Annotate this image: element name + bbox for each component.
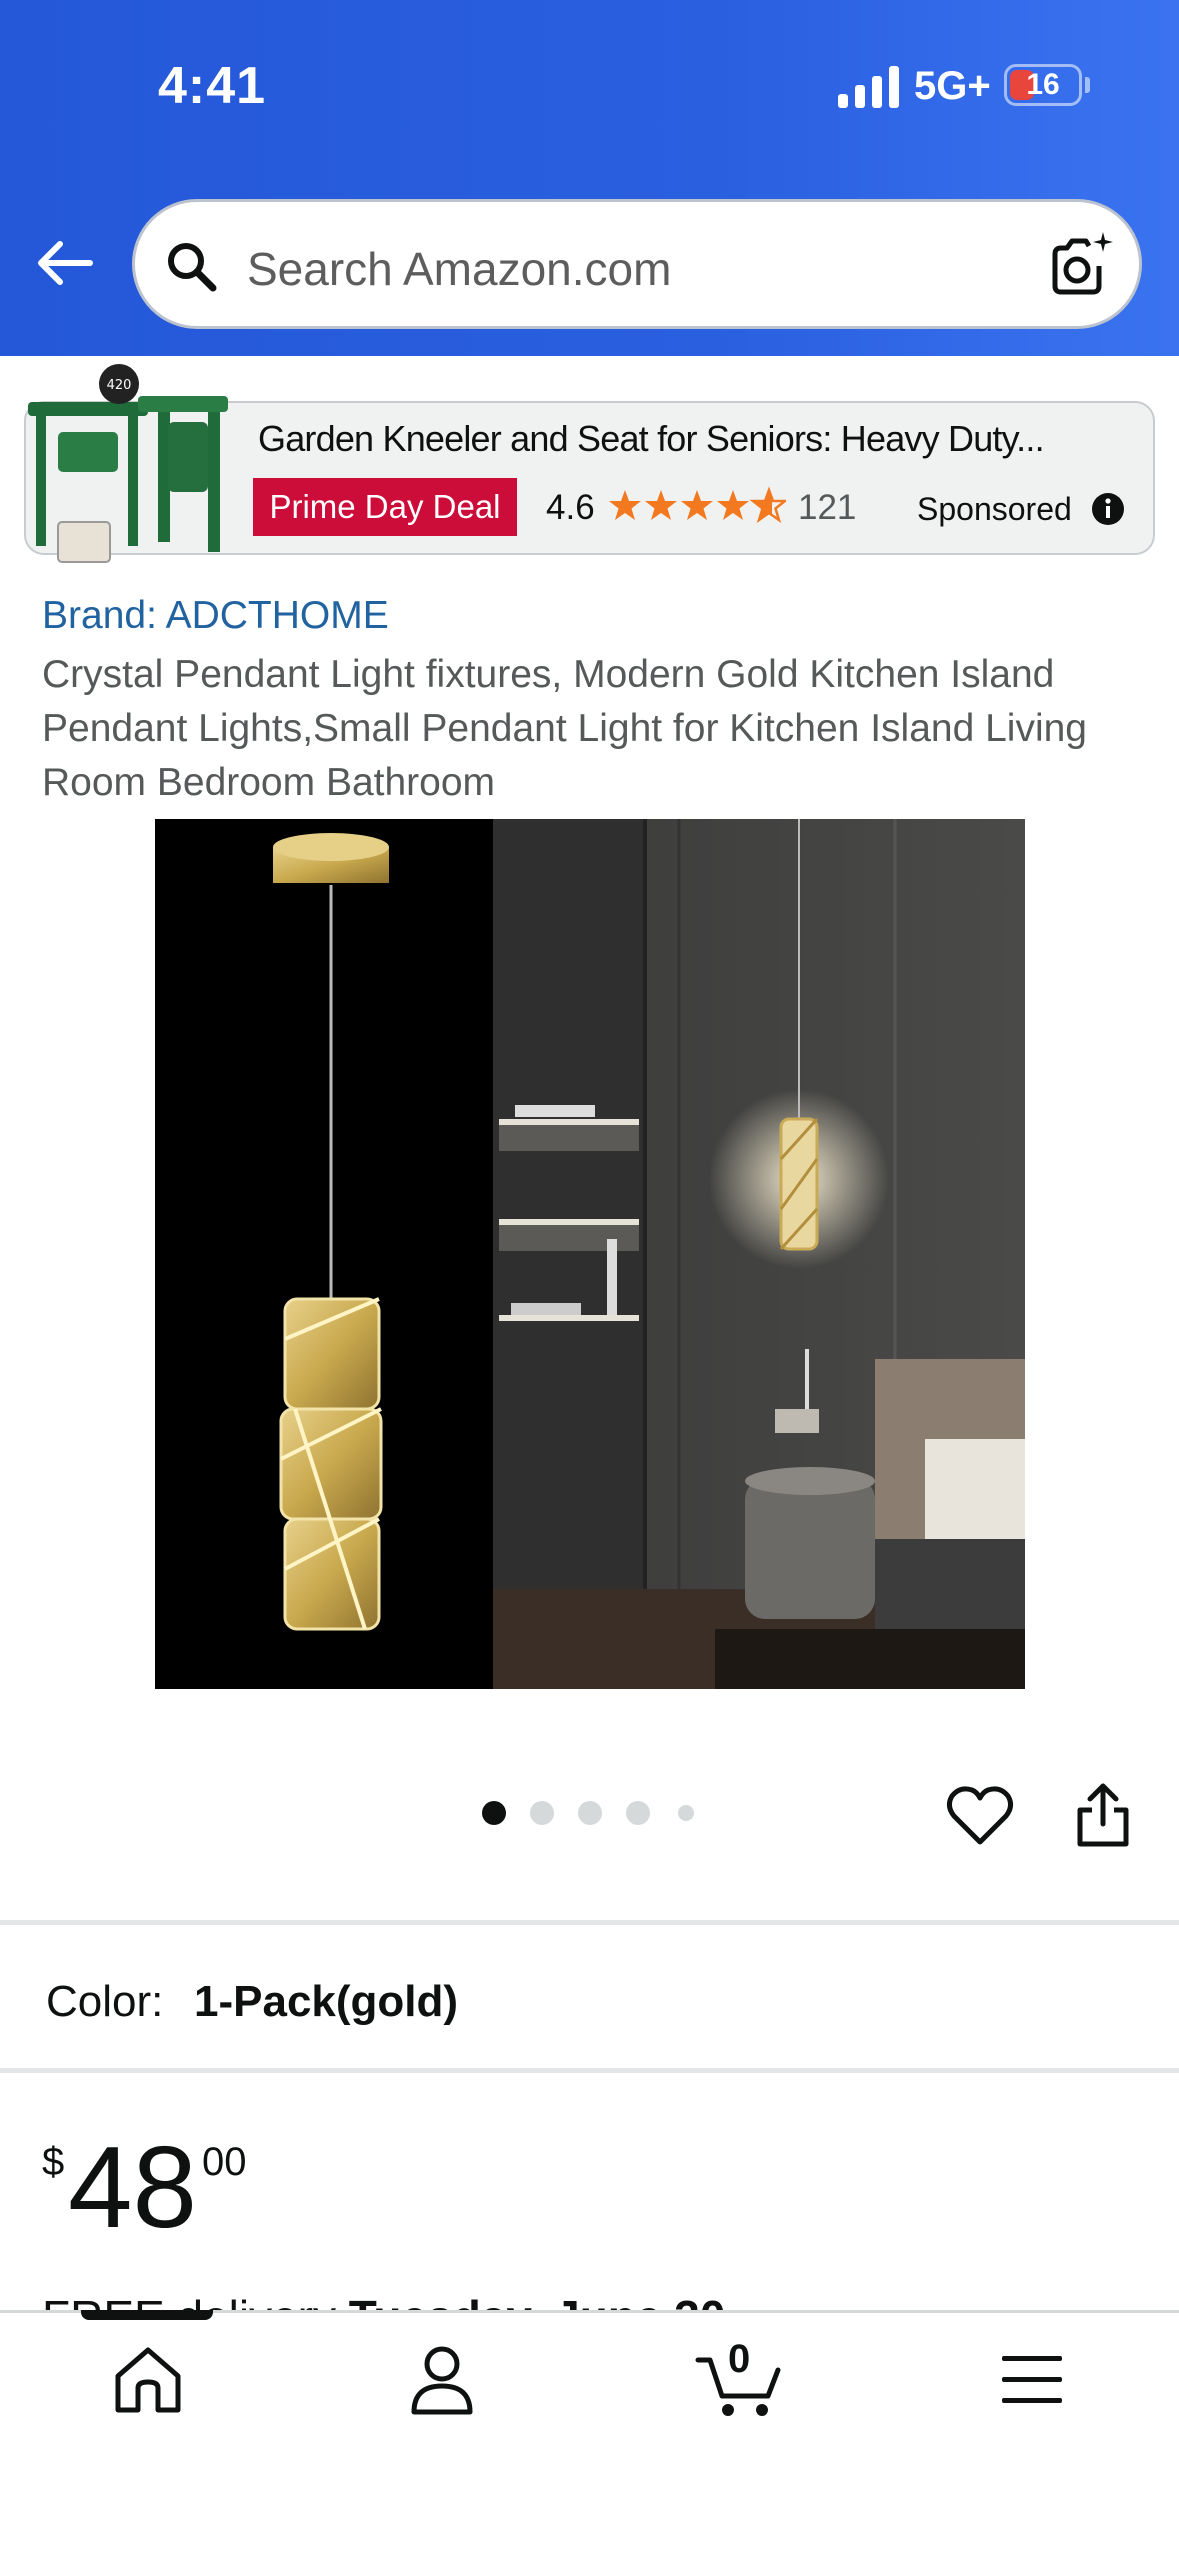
cart-count-badge: 0: [728, 2337, 751, 2381]
divider: [0, 1920, 1179, 1925]
battery-level: 16: [1026, 68, 1060, 101]
carousel-dot-5[interactable]: [678, 1805, 694, 1821]
wishlist-heart-icon[interactable]: [946, 1782, 1014, 1850]
menu-icon[interactable]: [992, 2340, 1072, 2420]
network-type: 5G+: [914, 64, 991, 108]
ad-product-image[interactable]: 420: [18, 362, 240, 574]
search-input[interactable]: Search Amazon.com: [247, 242, 671, 296]
info-icon[interactable]: [1091, 492, 1125, 526]
ad-image-weight-label: 420: [107, 378, 132, 393]
color-selected-value[interactable]: 1-Pack(gold): [194, 1977, 458, 2027]
search-icon: [168, 243, 217, 292]
active-tab-indicator: [81, 2310, 213, 2320]
divider: [0, 2068, 1179, 2073]
sponsored-label: Sponsored: [917, 491, 1072, 527]
status-time: 4:41: [158, 57, 267, 115]
camera-search-icon[interactable]: [1041, 228, 1117, 304]
battery-icon: 16: [1004, 64, 1082, 106]
product-image[interactable]: [155, 819, 1025, 1689]
price-whole: 48: [68, 2122, 198, 2252]
brand-link[interactable]: Brand: ADCTHOME: [42, 594, 389, 638]
search-bar[interactable]: Search Amazon.com: [132, 199, 1142, 329]
ad-star-rating: [609, 488, 786, 522]
share-icon[interactable]: [1072, 1780, 1134, 1850]
ad-title[interactable]: Garden Kneeler and Seat for Seniors: Hea…: [258, 418, 1045, 460]
account-icon[interactable]: [402, 2340, 482, 2420]
battery-tip: [1085, 77, 1090, 93]
home-icon[interactable]: [108, 2340, 188, 2420]
app-header: 4:41 5G+ 16 Search Amazon.com: [0, 0, 1179, 356]
image-carousel-dots[interactable]: [478, 1798, 698, 1828]
ad-review-count: 121: [798, 488, 857, 527]
price-currency-symbol: $: [42, 2140, 65, 2184]
prime-day-deal-badge: Prime Day Deal: [253, 478, 517, 536]
carousel-dot-3[interactable]: [578, 1801, 602, 1825]
carousel-dot-2[interactable]: [530, 1801, 554, 1825]
price-fraction: 00: [202, 2140, 247, 2184]
back-arrow-icon[interactable]: [30, 228, 100, 298]
product-title: Crystal Pendant Light fixtures, Modern G…: [42, 653, 1088, 804]
carousel-dot-4[interactable]: [626, 1801, 650, 1825]
ad-rating-value: 4.6: [546, 488, 595, 527]
color-label: Color:: [46, 1977, 164, 2026]
cellular-signal-icon: [838, 66, 899, 108]
carousel-dot-1[interactable]: [482, 1801, 506, 1825]
